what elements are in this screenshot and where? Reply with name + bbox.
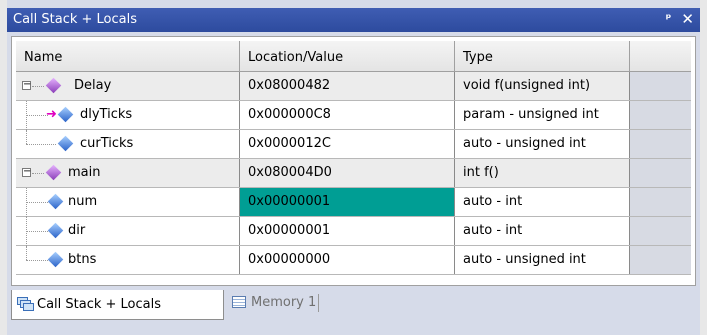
- title-bar-controls: ᵖ ✕: [666, 11, 694, 27]
- type-cell: void f(unsigned int): [455, 72, 630, 100]
- column-header-type[interactable]: Type: [455, 41, 630, 71]
- filler-cell: [630, 72, 691, 100]
- grid-rows: − Delay 0x08000482 void f(unsigned int) …: [16, 72, 691, 275]
- value-cell[interactable]: 0x00000001: [240, 217, 455, 245]
- title-bar[interactable]: Call Stack + Locals ᵖ ✕: [7, 8, 700, 32]
- value-cell-selected[interactable]: 0x00000001: [240, 188, 455, 216]
- collapse-icon[interactable]: −: [22, 167, 31, 177]
- value-cell[interactable]: 0x0000012C: [240, 130, 455, 158]
- name-cell[interactable]: curTicks: [16, 130, 240, 158]
- filler-cell: [630, 101, 691, 129]
- column-header-value[interactable]: Location/Value: [240, 41, 455, 71]
- name-cell[interactable]: num: [16, 188, 240, 217]
- locals-grid: Name Location/Value Type − Delay 0x08000…: [11, 36, 696, 286]
- tab-divider: [318, 294, 319, 312]
- variable-icon: [47, 193, 64, 210]
- type-cell: auto - int: [455, 188, 630, 216]
- filler-cell: [630, 130, 691, 158]
- parameter-arrow-icon: ➜: [46, 107, 57, 122]
- function-icon: [45, 77, 62, 94]
- value-cell[interactable]: 0x00000000: [240, 246, 455, 274]
- variable-icon: [57, 135, 74, 152]
- tab-label: Memory 1: [251, 295, 317, 310]
- table-row[interactable]: − main 0x080004D0 int f(): [16, 159, 691, 188]
- filler-cell: [630, 246, 691, 274]
- table-row[interactable]: − Delay 0x08000482 void f(unsigned int): [16, 72, 691, 101]
- name-cell[interactable]: btns: [16, 246, 240, 274]
- window-frame: Call Stack + Locals ᵖ ✕ Name Location/Va…: [0, 0, 707, 335]
- table-row[interactable]: num 0x00000001 auto - int: [16, 188, 691, 217]
- filler-cell: [630, 159, 691, 187]
- variable-icon: [57, 106, 74, 123]
- table-row[interactable]: dir 0x00000001 auto - int: [16, 217, 691, 246]
- column-header-name[interactable]: Name: [16, 41, 240, 71]
- filler-cell: [630, 188, 691, 216]
- row-name: dlyTicks: [80, 107, 133, 122]
- type-cell: param - unsigned int: [455, 101, 630, 129]
- name-cell[interactable]: − Delay: [16, 72, 240, 100]
- memory-icon: [232, 296, 246, 308]
- type-cell: auto - unsigned int: [455, 246, 630, 274]
- row-name: curTicks: [80, 136, 134, 151]
- value-cell[interactable]: 0x080004D0: [240, 159, 455, 187]
- row-name: main: [68, 165, 101, 180]
- name-cell[interactable]: dir: [16, 217, 240, 246]
- name-cell[interactable]: ➜ dlyTicks: [16, 101, 240, 130]
- window-title: Call Stack + Locals: [13, 12, 138, 27]
- collapse-icon[interactable]: −: [22, 80, 31, 90]
- value-cell[interactable]: 0x08000482: [240, 72, 455, 100]
- grid-header: Name Location/Value Type: [16, 41, 691, 72]
- row-name: num: [68, 194, 98, 209]
- name-cell[interactable]: − main: [16, 159, 240, 187]
- row-name: btns: [68, 252, 97, 267]
- tab-call-stack-locals[interactable]: Call Stack + Locals: [11, 290, 224, 320]
- table-row[interactable]: curTicks 0x0000012C auto - unsigned int: [16, 130, 691, 159]
- function-icon: [45, 164, 62, 181]
- table-row[interactable]: btns 0x00000000 auto - unsigned int: [16, 246, 691, 275]
- column-header-filler: [630, 41, 691, 71]
- variable-icon: [47, 251, 64, 268]
- filler-cell: [630, 217, 691, 245]
- type-cell: int f(): [455, 159, 630, 187]
- row-name: Delay: [74, 78, 112, 93]
- tab-strip: Call Stack + Locals Memory 1: [7, 290, 700, 328]
- table-row[interactable]: ➜ dlyTicks 0x000000C8 param - unsigned i…: [16, 101, 691, 130]
- call-stack-icon: [17, 297, 34, 311]
- tab-label: Call Stack + Locals: [37, 297, 162, 312]
- pin-icon[interactable]: ᵖ: [666, 11, 672, 27]
- value-cell[interactable]: 0x000000C8: [240, 101, 455, 129]
- type-cell: auto - int: [455, 217, 630, 245]
- close-icon[interactable]: ✕: [681, 11, 694, 27]
- type-cell: auto - unsigned int: [455, 130, 630, 158]
- variable-icon: [47, 222, 64, 239]
- row-name: dir: [68, 223, 86, 238]
